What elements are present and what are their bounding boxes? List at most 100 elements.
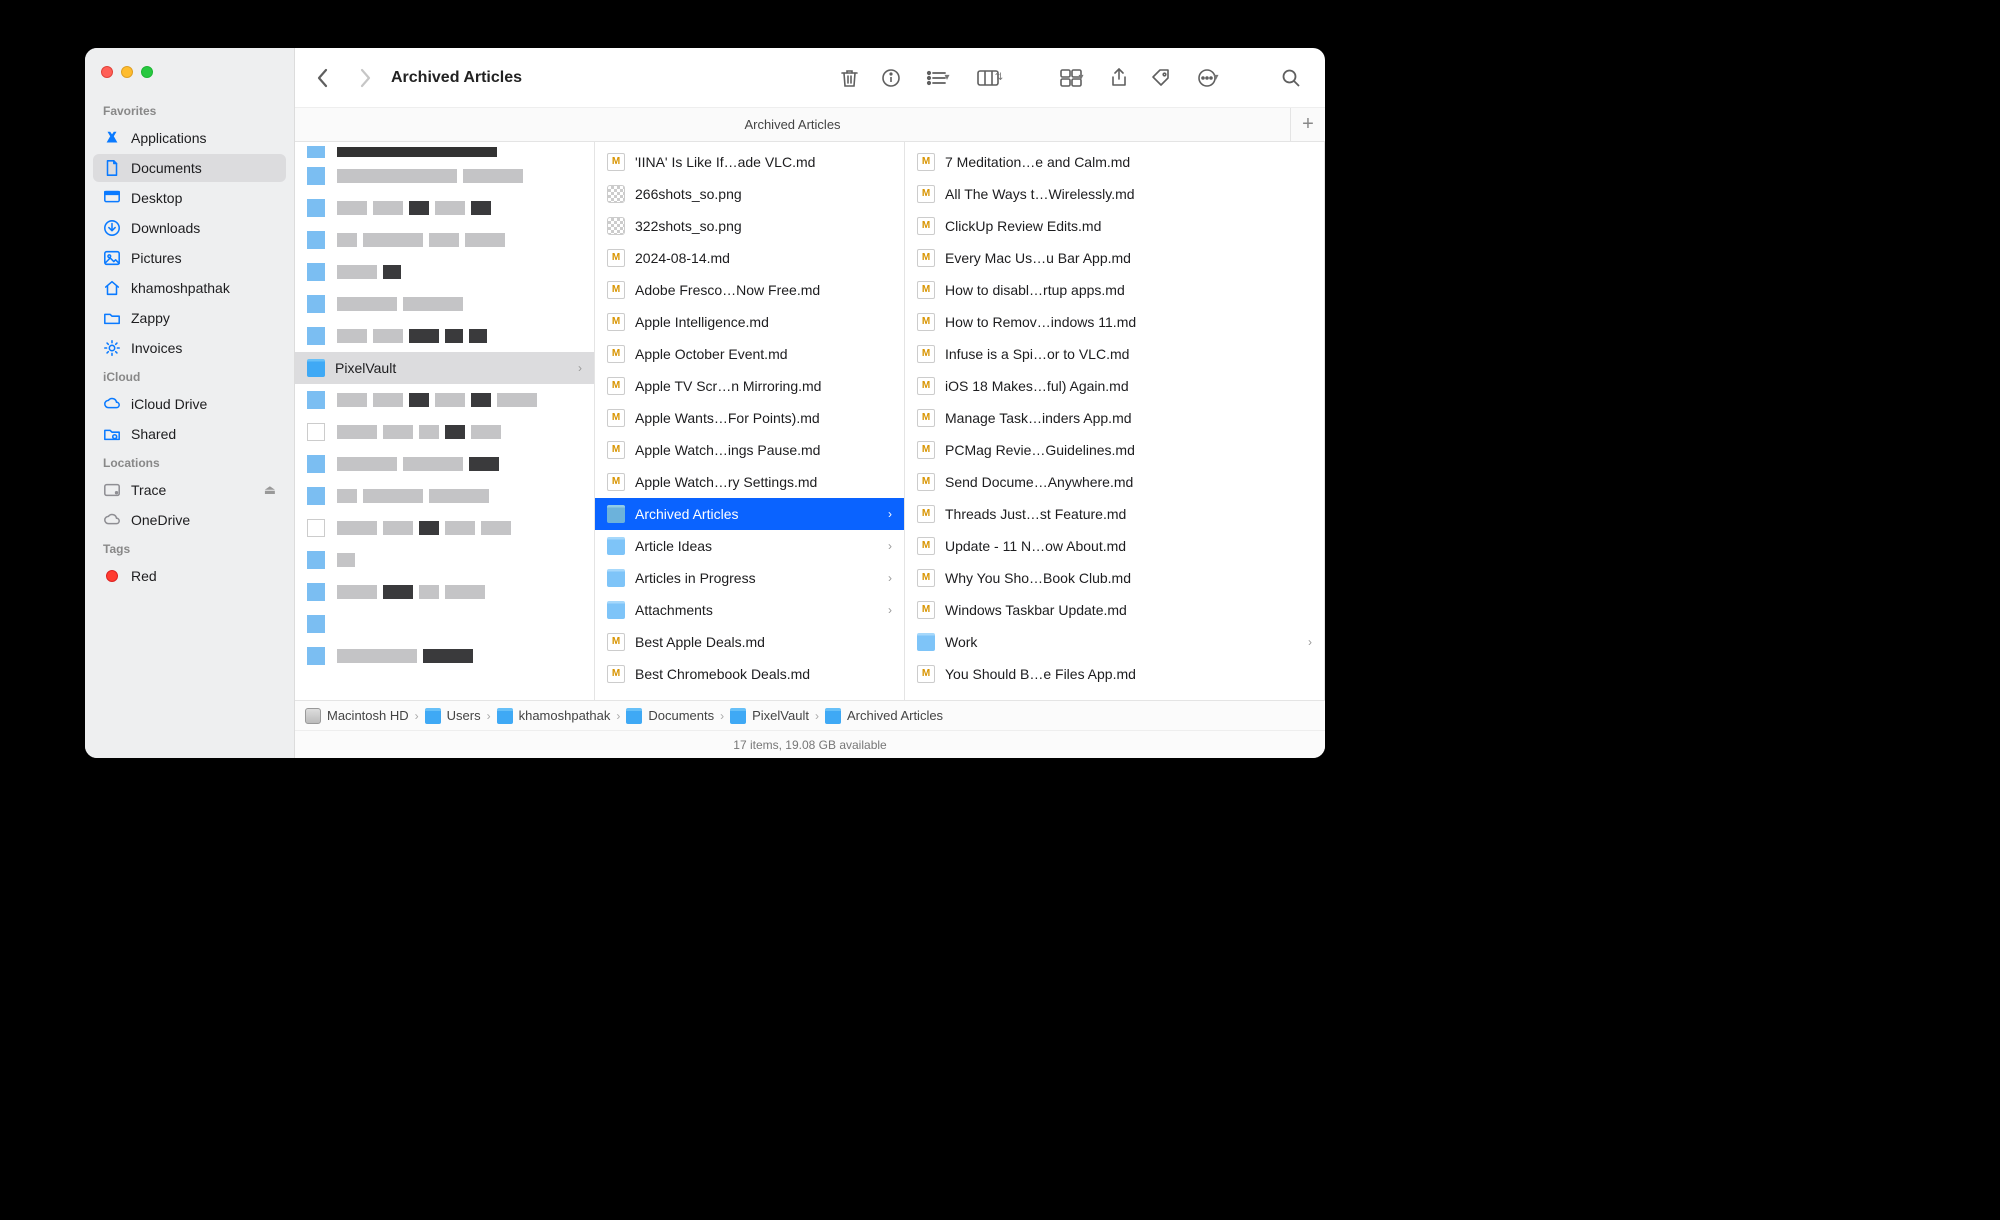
eject-icon[interactable]: ⏏: [264, 482, 276, 498]
zoom-button[interactable]: [141, 66, 153, 78]
item-label: 322shots_so.png: [635, 218, 892, 234]
more-button[interactable]: ▾: [1185, 60, 1231, 96]
column-3-item[interactable]: Work›: [905, 626, 1324, 658]
column-2[interactable]: 'IINA' Is Like If…ade VLC.md266shots_so.…: [595, 142, 905, 700]
column-3-item[interactable]: Windows Taskbar Update.md: [905, 594, 1324, 626]
column-2-item[interactable]: Best Apple Deals.md: [595, 626, 904, 658]
column-1-item[interactable]: [295, 320, 594, 352]
column-1-item[interactable]: [295, 192, 594, 224]
column-2-item[interactable]: Article Ideas›: [595, 530, 904, 562]
folder-icon: [425, 708, 441, 724]
tab-archived-articles[interactable]: Archived Articles: [295, 108, 1291, 141]
column-2-item[interactable]: Articles in Progress›: [595, 562, 904, 594]
search-button[interactable]: [1273, 60, 1309, 96]
column-1-item[interactable]: [295, 512, 594, 544]
column-1-item[interactable]: [295, 416, 594, 448]
column-1-item[interactable]: [295, 384, 594, 416]
folder-icon: [730, 708, 746, 724]
sidebar-item-home[interactable]: khamoshpathak: [93, 274, 286, 302]
item-label: 2024-08-14.md: [635, 250, 892, 266]
column-view: PixelVault› 'IINA' Is Like If…ade VLC.md…: [295, 142, 1325, 700]
breadcrumb-item[interactable]: Macintosh HD: [305, 708, 409, 724]
tag-button[interactable]: [1143, 60, 1179, 96]
column-3-item[interactable]: Infuse is a Spi…or to VLC.md: [905, 338, 1324, 370]
column-2-item[interactable]: 322shots_so.png: [595, 210, 904, 242]
breadcrumb-item[interactable]: PixelVault: [730, 708, 809, 724]
column-2-item[interactable]: Attachments›: [595, 594, 904, 626]
column-1-item[interactable]: [295, 480, 594, 512]
column-3-item[interactable]: Manage Task…inders App.md: [905, 402, 1324, 434]
sidebar-item-trace[interactable]: Trace⏏: [93, 476, 286, 504]
column-1-item[interactable]: [295, 288, 594, 320]
chevron-right-icon: ›: [888, 571, 892, 585]
column-3-item[interactable]: ClickUp Review Edits.md: [905, 210, 1324, 242]
info-button[interactable]: [873, 60, 909, 96]
column-2-item[interactable]: 'IINA' Is Like If…ade VLC.md: [595, 146, 904, 178]
sidebar-item-zappy[interactable]: Zappy: [93, 304, 286, 332]
column-3-item[interactable]: Send Docume…Anywhere.md: [905, 466, 1324, 498]
column-2-item[interactable]: Apple Watch…ry Settings.md: [595, 466, 904, 498]
column-3-item[interactable]: Update - 11 N…ow About.md: [905, 530, 1324, 562]
column-3-item[interactable]: Threads Just…st Feature.md: [905, 498, 1324, 530]
home-icon: [103, 279, 121, 297]
column-3-item[interactable]: iOS 18 Makes…ful) Again.md: [905, 370, 1324, 402]
back-button[interactable]: [305, 60, 341, 96]
column-1-item-pixelvault[interactable]: PixelVault›: [295, 352, 594, 384]
finder-window: FavoritesApplicationsDocumentsDesktopDow…: [85, 48, 1325, 758]
sidebar-item-desktop[interactable]: Desktop: [93, 184, 286, 212]
column-2-item[interactable]: 266shots_so.png: [595, 178, 904, 210]
sidebar-item-documents[interactable]: Documents: [93, 154, 286, 182]
sidebar-item-downloads[interactable]: Downloads: [93, 214, 286, 242]
column-3-item[interactable]: 7 Meditation…e and Calm.md: [905, 146, 1324, 178]
sidebar-item-label: Invoices: [131, 340, 276, 356]
sidebar-item-tag-red[interactable]: Red: [93, 562, 286, 590]
column-2-item[interactable]: Apple Watch…ings Pause.md: [595, 434, 904, 466]
column-1-item[interactable]: [295, 608, 594, 640]
column-3-item[interactable]: Every Mac Us…u Bar App.md: [905, 242, 1324, 274]
column-3-item[interactable]: All The Ways t…Wirelessly.md: [905, 178, 1324, 210]
icon-size-button[interactable]: ▾: [1049, 60, 1095, 96]
column-3[interactable]: 7 Meditation…e and Calm.mdAll The Ways t…: [905, 142, 1325, 700]
column-2-item[interactable]: Apple October Event.md: [595, 338, 904, 370]
column-2-item[interactable]: Apple Intelligence.md: [595, 306, 904, 338]
sidebar-item-pictures[interactable]: Pictures: [93, 244, 286, 272]
sidebar-item-shared[interactable]: Shared: [93, 420, 286, 448]
share-button[interactable]: [1101, 60, 1137, 96]
column-1-item[interactable]: [295, 448, 594, 480]
breadcrumb-item[interactable]: Users: [425, 708, 481, 724]
breadcrumb-item[interactable]: Documents: [626, 708, 714, 724]
column-2-item[interactable]: Apple TV Scr…n Mirroring.md: [595, 370, 904, 402]
column-3-item[interactable]: You Should B…e Files App.md: [905, 658, 1324, 690]
close-button[interactable]: [101, 66, 113, 78]
column-3-item[interactable]: How to Remov…indows 11.md: [905, 306, 1324, 338]
column-2-item[interactable]: Archived Articles›: [595, 498, 904, 530]
sidebar-item-applications[interactable]: Applications: [93, 124, 286, 152]
column-1-item[interactable]: [295, 224, 594, 256]
column-1[interactable]: PixelVault›: [295, 142, 595, 700]
sidebar-item-invoices[interactable]: Invoices: [93, 334, 286, 362]
column-2-item[interactable]: Adobe Fresco…Now Free.md: [595, 274, 904, 306]
sidebar-item-onedrive[interactable]: OneDrive: [93, 506, 286, 534]
sidebar-item-iclouddrive[interactable]: iCloud Drive: [93, 390, 286, 418]
trash-button[interactable]: [831, 60, 867, 96]
path-bar[interactable]: Macintosh HD›Users›khamoshpathak›Documen…: [295, 700, 1325, 730]
minimize-button[interactable]: [121, 66, 133, 78]
column-1-item[interactable]: [295, 544, 594, 576]
column-1-item[interactable]: [295, 256, 594, 288]
view-button[interactable]: ⇅: [967, 60, 1013, 96]
column-3-item[interactable]: How to disabl…rtup apps.md: [905, 274, 1324, 306]
forward-button[interactable]: [347, 60, 383, 96]
column-1-item[interactable]: [295, 160, 594, 192]
new-tab-button[interactable]: +: [1291, 108, 1325, 141]
column-3-item[interactable]: PCMag Revie…Guidelines.md: [905, 434, 1324, 466]
folder-icon: [825, 708, 841, 724]
column-2-item[interactable]: 2024-08-14.md: [595, 242, 904, 274]
column-2-item[interactable]: Apple Wants…For Points).md: [595, 402, 904, 434]
group-button[interactable]: ▾: [915, 60, 961, 96]
column-1-item[interactable]: [295, 640, 594, 672]
breadcrumb-item[interactable]: Archived Articles: [825, 708, 943, 724]
column-1-item[interactable]: [295, 576, 594, 608]
breadcrumb-item[interactable]: khamoshpathak: [497, 708, 611, 724]
column-3-item[interactable]: Why You Sho…Book Club.md: [905, 562, 1324, 594]
column-2-item[interactable]: Best Chromebook Deals.md: [595, 658, 904, 690]
